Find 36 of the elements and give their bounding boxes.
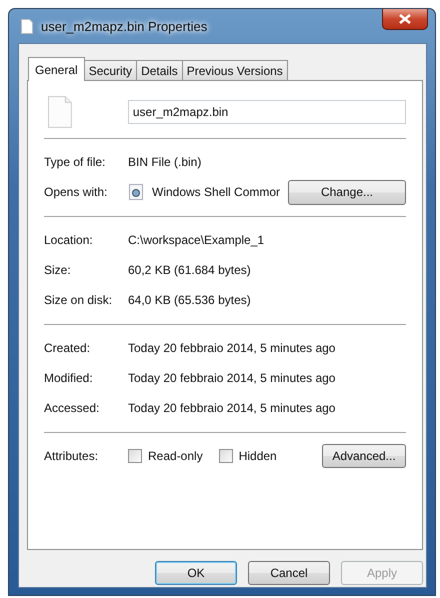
checkbox[interactable] — [218, 449, 233, 463]
field-label: Created: — [44, 341, 92, 355]
field-value: 64,0 KB (65.536 bytes) — [128, 293, 251, 307]
field-value: Today 20 febbraio 2014, 5 minutes ago — [128, 371, 336, 385]
dialog-button[interactable]: OK — [155, 561, 237, 585]
field-value: Today 20 febbraio 2014, 5 minutes ago — [128, 341, 336, 355]
tab[interactable]: Details — [136, 60, 183, 80]
field-value: C:\workspace\Example_1 — [128, 233, 264, 247]
field-value: BIN File (.bin) — [128, 155, 202, 169]
field-label: Accessed: — [44, 401, 100, 415]
window-title: user_m2mapz.bin Properties — [41, 18, 208, 34]
field-label: Location: — [44, 233, 94, 247]
file-name-field[interactable]: user_m2mapz.bin — [128, 100, 406, 124]
tab[interactable]: Previous Versions — [182, 60, 288, 80]
field-label: Size: — [44, 263, 72, 277]
document-icon — [48, 96, 72, 128]
field-label: Attributes: — [44, 449, 100, 463]
field-label: Modified: — [44, 371, 94, 385]
checkbox[interactable] — [128, 449, 142, 463]
advanced-button[interactable]: Advanced... — [322, 444, 406, 468]
field-label: Size on disk: — [44, 293, 114, 307]
checkbox-label[interactable]: Read-only — [148, 449, 203, 463]
field-label: Opens with: — [44, 185, 108, 199]
tab[interactable]: General — [28, 57, 85, 81]
document-icon — [21, 18, 33, 34]
checkbox-label[interactable]: Hidden — [238, 449, 277, 463]
close-icon — [399, 14, 411, 24]
field-label: Type of file: — [44, 155, 106, 169]
tab[interactable]: Security — [84, 60, 138, 80]
field-value: Windows Shell Commor — [152, 185, 282, 199]
change-button[interactable]: Change... — [288, 180, 406, 204]
application-icon — [128, 184, 144, 200]
field-value: Today 20 febbraio 2014, 5 minutes ago — [128, 401, 336, 415]
close-button[interactable] — [382, 9, 428, 30]
field-value: 60,2 KB (61.684 bytes) — [128, 263, 251, 277]
dialog-button[interactable]: Cancel — [248, 561, 330, 585]
